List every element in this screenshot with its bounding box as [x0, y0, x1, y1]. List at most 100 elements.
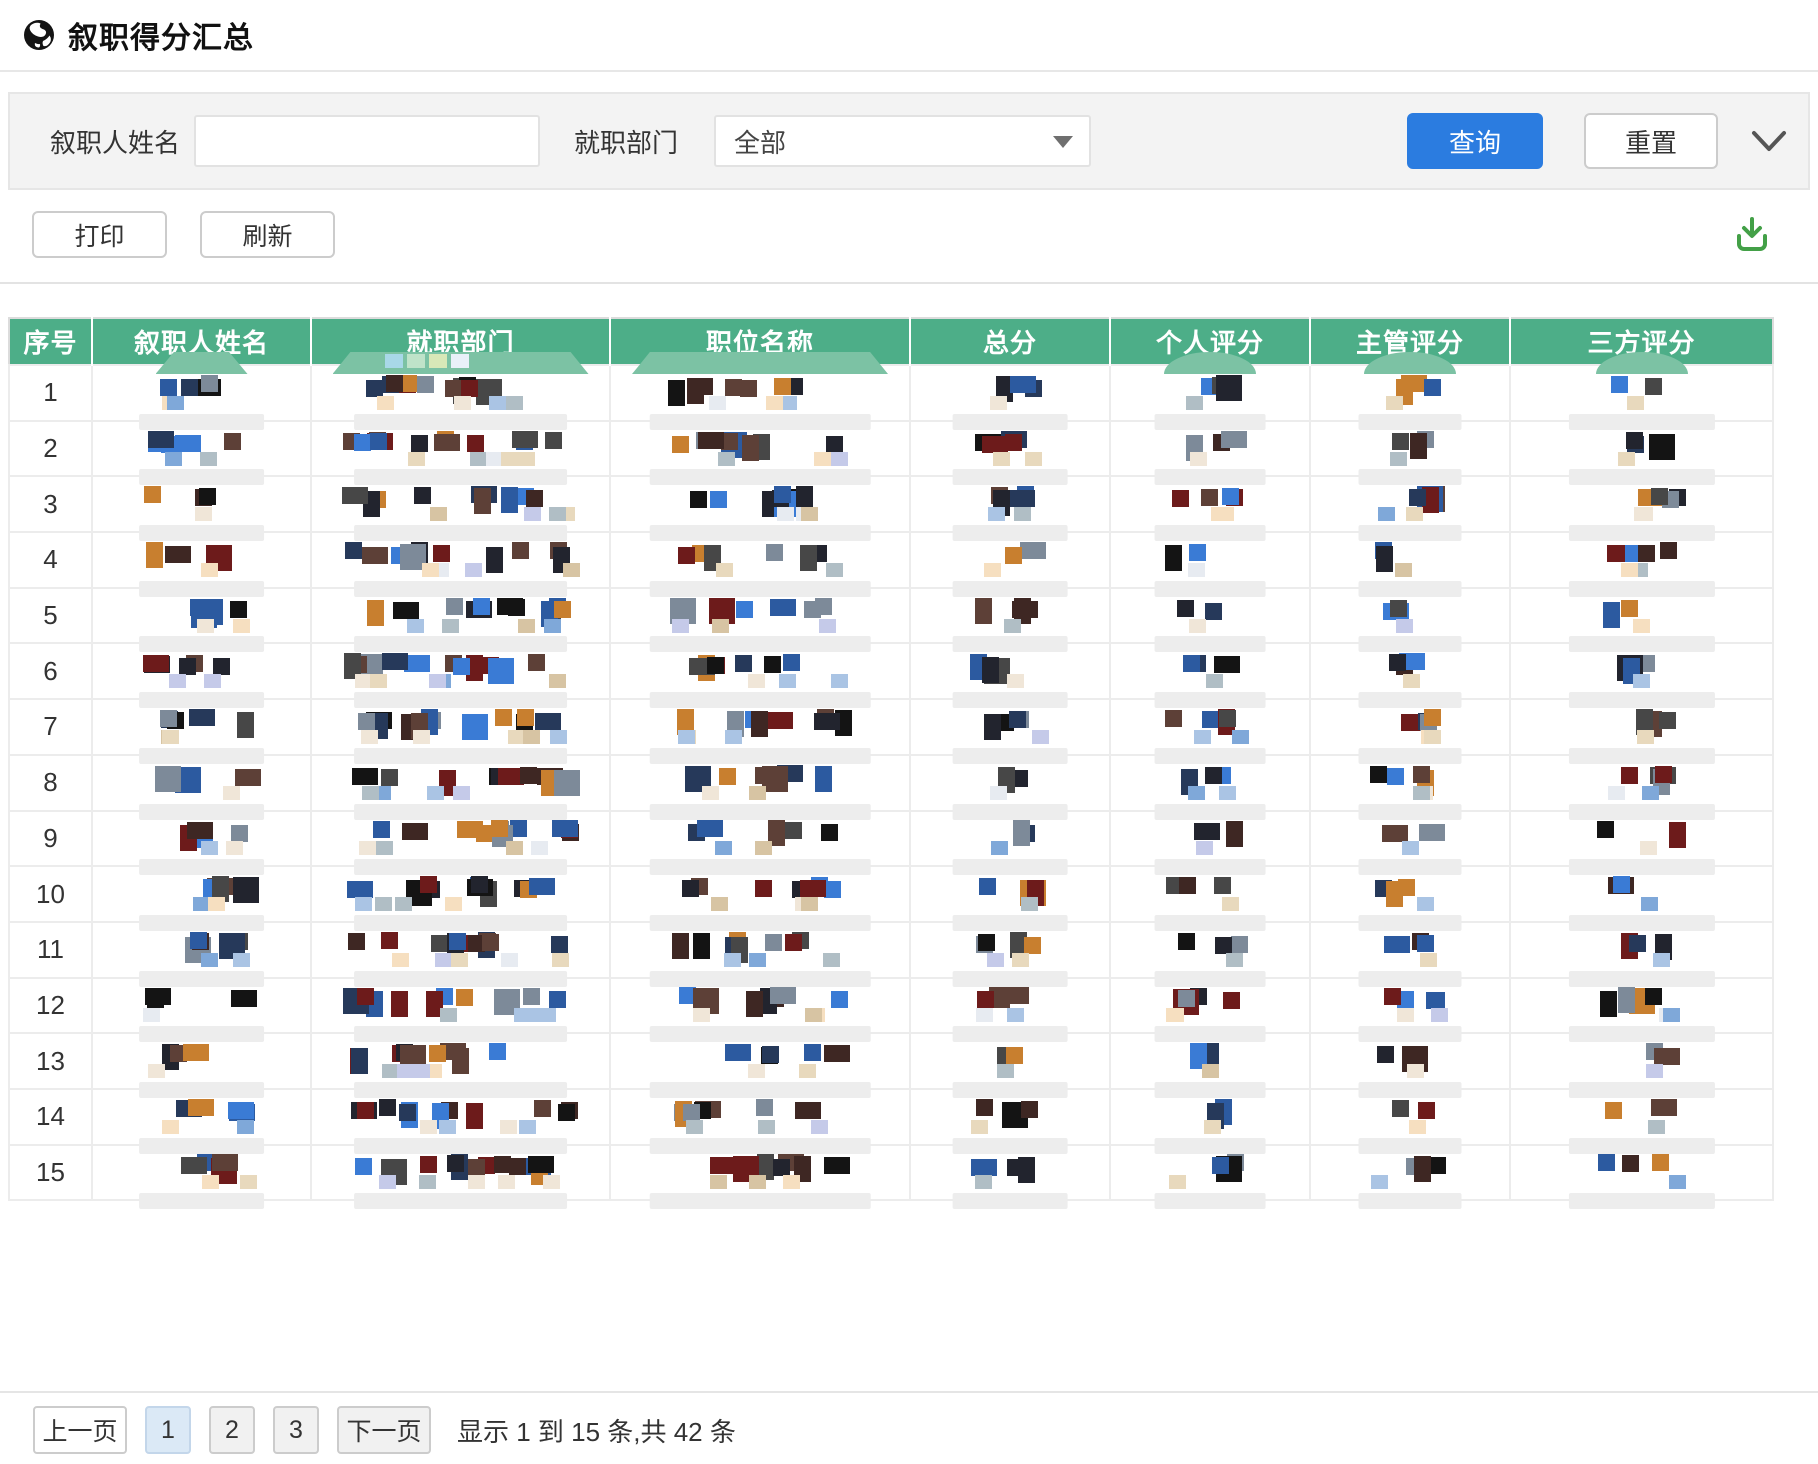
redacted-mosaic: [341, 1097, 581, 1137]
redacted-mosaic: [1165, 985, 1255, 1025]
search-button[interactable]: 查询: [1407, 113, 1543, 169]
redaction-strip: [650, 1193, 871, 1209]
redaction-strip: [1568, 748, 1714, 764]
redacted-mosaic: [1597, 596, 1687, 636]
pagination-bar: 上一页 123 下一页 显示 1 到 15 条,共 42 条: [0, 1391, 1818, 1454]
redacted-mosaic: [142, 818, 262, 858]
dept-filter-select[interactable]: 全部: [714, 115, 1091, 167]
redaction-strip: [139, 1026, 265, 1042]
redaction-strip: [953, 915, 1068, 931]
redacted-mosaic: [1165, 651, 1255, 691]
print-button[interactable]: 打印: [32, 211, 167, 258]
redacted-mosaic: [1370, 707, 1450, 747]
redacted-mosaic: [1597, 1152, 1687, 1192]
redacted-mosaic: [970, 818, 1050, 858]
page-button-2[interactable]: 2: [209, 1406, 255, 1454]
header-redaction-artifact: [156, 352, 248, 374]
redaction-strip: [650, 1026, 871, 1042]
redacted-mosaic: [1165, 1152, 1255, 1192]
redacted-mosaic: [1165, 707, 1255, 747]
redacted-mosaic: [1165, 763, 1255, 803]
redacted-mosaic: [1597, 484, 1687, 524]
page-button-3[interactable]: 3: [273, 1406, 319, 1454]
redaction-strip: [953, 859, 1068, 875]
redaction-strip: [1155, 525, 1266, 541]
redacted-mosaic: [970, 763, 1050, 803]
redacted-mosaic: [142, 707, 262, 747]
redaction-strip: [1568, 414, 1714, 430]
redacted-mosaic: [1597, 985, 1687, 1025]
redacted-mosaic: [1597, 1097, 1687, 1137]
refresh-button[interactable]: 刷新: [200, 211, 335, 258]
redaction-strip: [1155, 1193, 1266, 1209]
redacted-mosaic: [1370, 763, 1450, 803]
redacted-mosaic: [970, 930, 1050, 970]
redaction-strip: [354, 1138, 568, 1154]
page-button-1[interactable]: 1: [145, 1406, 191, 1454]
redacted-mosaic: [668, 429, 853, 469]
redaction-strip: [354, 1082, 568, 1098]
table-row: 1: [9, 365, 1773, 421]
redacted-mosaic: [970, 540, 1050, 580]
row-serial: 7: [9, 699, 92, 755]
table-header-row: 序号叙职人姓名就职部门职位名称总分个人评分主管评分三方评分: [9, 318, 1773, 365]
table-row: 3: [9, 476, 1773, 532]
reset-button[interactable]: 重置: [1584, 113, 1718, 169]
redaction-strip: [1359, 1193, 1462, 1209]
redaction-strip: [953, 1138, 1068, 1154]
redaction-strip: [650, 692, 871, 708]
table-row: 5: [9, 588, 1773, 644]
redacted-mosaic: [1597, 874, 1687, 914]
redaction-strip: [1155, 1026, 1266, 1042]
header-redaction-artifact: [632, 352, 888, 374]
redaction-strip: [1155, 636, 1266, 652]
redaction-strip: [1155, 469, 1266, 485]
redaction-strip: [953, 1082, 1068, 1098]
redaction-strip: [650, 804, 871, 820]
table-row: 6: [9, 643, 1773, 699]
redaction-strip: [953, 971, 1068, 987]
redacted-mosaic: [1597, 540, 1687, 580]
redacted-mosaic: [1165, 1041, 1255, 1081]
redaction-strip: [1568, 1082, 1714, 1098]
chevron-down-icon[interactable]: [1750, 128, 1788, 154]
redacted-mosaic: [668, 651, 853, 691]
redacted-mosaic: [341, 596, 581, 636]
row-serial: 6: [9, 643, 92, 699]
redaction-strip: [139, 581, 265, 597]
row-serial: 12: [9, 978, 92, 1034]
column-header-7: 三方评分: [1510, 318, 1773, 365]
redacted-mosaic: [341, 484, 581, 524]
redaction-strip: [650, 1138, 871, 1154]
redacted-mosaic: [970, 429, 1050, 469]
redaction-strip: [139, 525, 265, 541]
redaction-strip: [354, 748, 568, 764]
redacted-mosaic: [1370, 651, 1450, 691]
redacted-mosaic: [1370, 429, 1450, 469]
redaction-strip: [650, 859, 871, 875]
redacted-mosaic: [1370, 1041, 1450, 1081]
redacted-mosaic: [1165, 1097, 1255, 1137]
dept-selected-value: 全部: [734, 123, 786, 160]
redaction-strip: [1359, 414, 1462, 430]
download-icon[interactable]: [1734, 216, 1770, 254]
redaction-strip: [650, 636, 871, 652]
redacted-mosaic: [142, 985, 262, 1025]
redacted-mosaic: [1370, 484, 1450, 524]
next-page-button[interactable]: 下一页: [337, 1406, 431, 1454]
redaction-strip: [1359, 1082, 1462, 1098]
redaction-strip: [650, 581, 871, 597]
redacted-mosaic: [1165, 596, 1255, 636]
redacted-mosaic: [341, 985, 581, 1025]
redaction-strip: [1568, 1138, 1714, 1154]
redacted-mosaic: [970, 1152, 1050, 1192]
redacted-mosaic: [1165, 484, 1255, 524]
redacted-mosaic: [341, 540, 581, 580]
prev-page-button[interactable]: 上一页: [33, 1406, 127, 1454]
name-filter-input[interactable]: [194, 115, 540, 167]
redaction-strip: [354, 1026, 568, 1042]
redaction-strip: [953, 1026, 1068, 1042]
redacted-mosaic: [341, 429, 581, 469]
redacted-mosaic: [970, 985, 1050, 1025]
redacted-mosaic: [341, 930, 581, 970]
